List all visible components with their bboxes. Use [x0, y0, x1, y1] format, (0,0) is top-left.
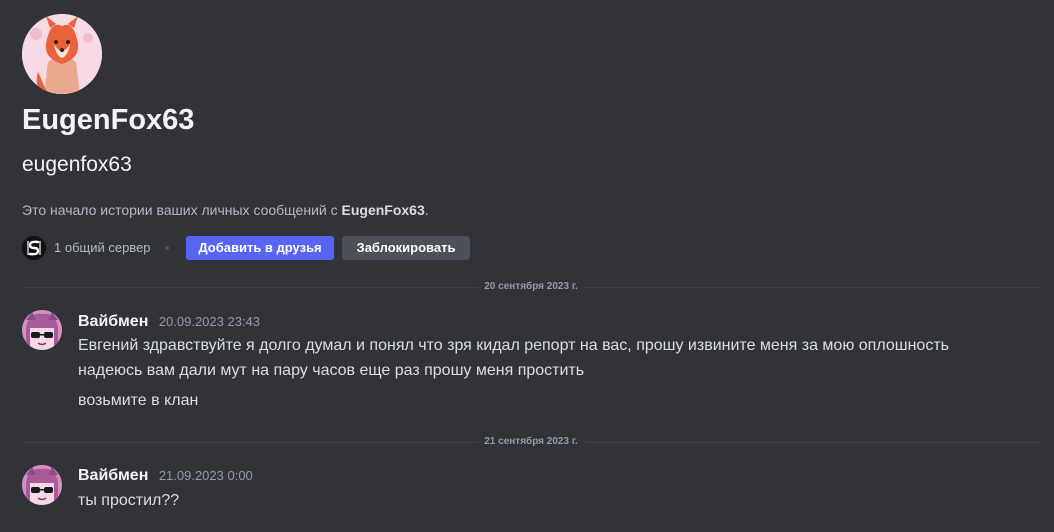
message-text: возьмите в клан: [78, 392, 199, 409]
message-author[interactable]: Вайбмен: [78, 467, 148, 484]
mutual-server-icon[interactable]: [22, 236, 46, 260]
profile-avatar[interactable]: [22, 14, 102, 94]
message-header: Вайбмен 20.09.2023 23:43: [78, 313, 260, 331]
date-divider-label: 20 сентября 2023 г.: [478, 280, 584, 294]
message-timestamp: 21.09.2023 0:00: [158, 468, 253, 483]
message-timestamp: 20.09.2023 23:43: [158, 314, 261, 329]
message-text: ты простил??: [78, 492, 180, 509]
intro-name: EugenFox63: [341, 202, 425, 218]
date-divider: 21 сентября 2023 г.: [22, 435, 1040, 449]
message-author[interactable]: Вайбмен: [78, 313, 148, 330]
intro-prefix: Это начало истории ваших личных сообщени…: [22, 202, 338, 218]
block-button[interactable]: Заблокировать: [342, 236, 470, 260]
date-divider-label: 21 сентября 2023 г.: [478, 435, 584, 449]
date-divider: 20 сентября 2023 г.: [22, 280, 1040, 294]
intro-suffix: .: [424, 202, 429, 218]
message-header: Вайбмен 21.09.2023 0:00: [78, 467, 253, 485]
dm-intro-text: Это начало истории ваших личных сообщени…: [22, 202, 429, 218]
profile-display-name: EugenFox63: [22, 104, 195, 136]
message-avatar[interactable]: [22, 465, 62, 505]
profile-username: eugenfox63: [22, 153, 132, 176]
message-text: Евгений здравствуйте я долго думал и пон…: [78, 337, 949, 354]
mutual-servers-link[interactable]: 1 общий сервер: [54, 240, 151, 255]
message-text: надеюсь вам дали мут на пару часов еще р…: [78, 362, 585, 379]
message-avatar[interactable]: [22, 310, 62, 350]
separator-dot: [165, 246, 169, 250]
add-friend-button[interactable]: Добавить в друзья: [186, 236, 334, 260]
